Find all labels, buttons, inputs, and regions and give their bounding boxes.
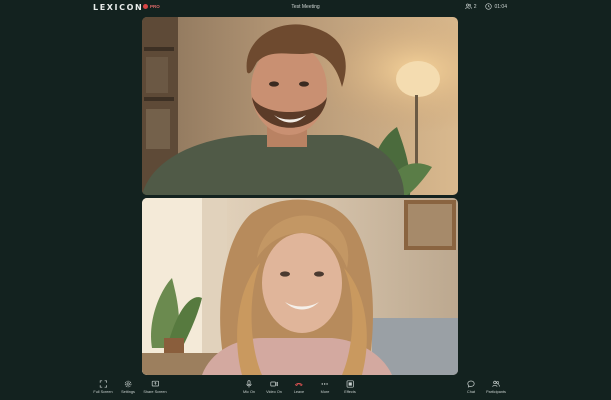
participants-label: Participants: [486, 390, 506, 394]
share-screen-label: Share Screen: [143, 390, 167, 394]
fullscreen-icon: [99, 380, 107, 388]
microphone-icon: [246, 380, 252, 388]
meeting-timer: 01:04: [485, 3, 507, 10]
mic-label: Mic On: [242, 390, 256, 394]
clock-icon: [485, 3, 493, 10]
participants-count: 2: [473, 3, 477, 10]
gear-icon: [124, 380, 132, 388]
effects-icon: [346, 380, 354, 388]
settings-label: Settings: [121, 390, 135, 394]
effects-label: Effects: [344, 390, 356, 394]
share-screen-icon: [151, 380, 159, 387]
phone-hangup-icon: [295, 382, 303, 387]
top-right-status: 2 01:04: [464, 3, 507, 10]
share-screen-button[interactable]: Share Screen: [143, 380, 167, 394]
settings-button[interactable]: Settings: [121, 380, 135, 394]
video-tile-2[interactable]: [142, 198, 458, 375]
video-tile-1[interactable]: [142, 17, 458, 195]
chat-button[interactable]: Chat: [467, 380, 475, 394]
meeting-title: Test Meeting: [291, 4, 320, 10]
people-icon: [464, 3, 472, 10]
video-camera-icon: [270, 381, 278, 387]
mic-button[interactable]: Mic On: [243, 380, 255, 394]
chat-icon: [467, 380, 475, 388]
participants-button[interactable]: Participants: [486, 380, 506, 394]
full-screen-button[interactable]: Full Screen: [93, 380, 113, 394]
more-label: More: [320, 390, 330, 394]
timer-text: 01:04: [494, 3, 507, 10]
participant-video-male: [142, 17, 458, 195]
participants-count-indicator[interactable]: 2: [464, 3, 477, 10]
full-screen-label: Full Screen: [93, 390, 113, 394]
effects-button[interactable]: Effects: [344, 380, 356, 394]
leave-label: Leave: [293, 390, 305, 394]
leave-button[interactable]: Leave: [294, 380, 304, 394]
more-button[interactable]: More: [320, 380, 330, 394]
video-button[interactable]: Video On: [266, 380, 282, 394]
more-dots-icon: [321, 383, 329, 385]
participants-icon: [492, 380, 500, 387]
video-label: Video On: [266, 390, 282, 394]
top-bar: LEXICON PRO Test Meeting 2 01:04: [0, 0, 611, 16]
participant-video-female: [142, 198, 458, 375]
bottom-toolbar: Full Screen Settings Share Screen Mic On…: [0, 378, 611, 400]
chat-label: Chat: [466, 390, 476, 394]
